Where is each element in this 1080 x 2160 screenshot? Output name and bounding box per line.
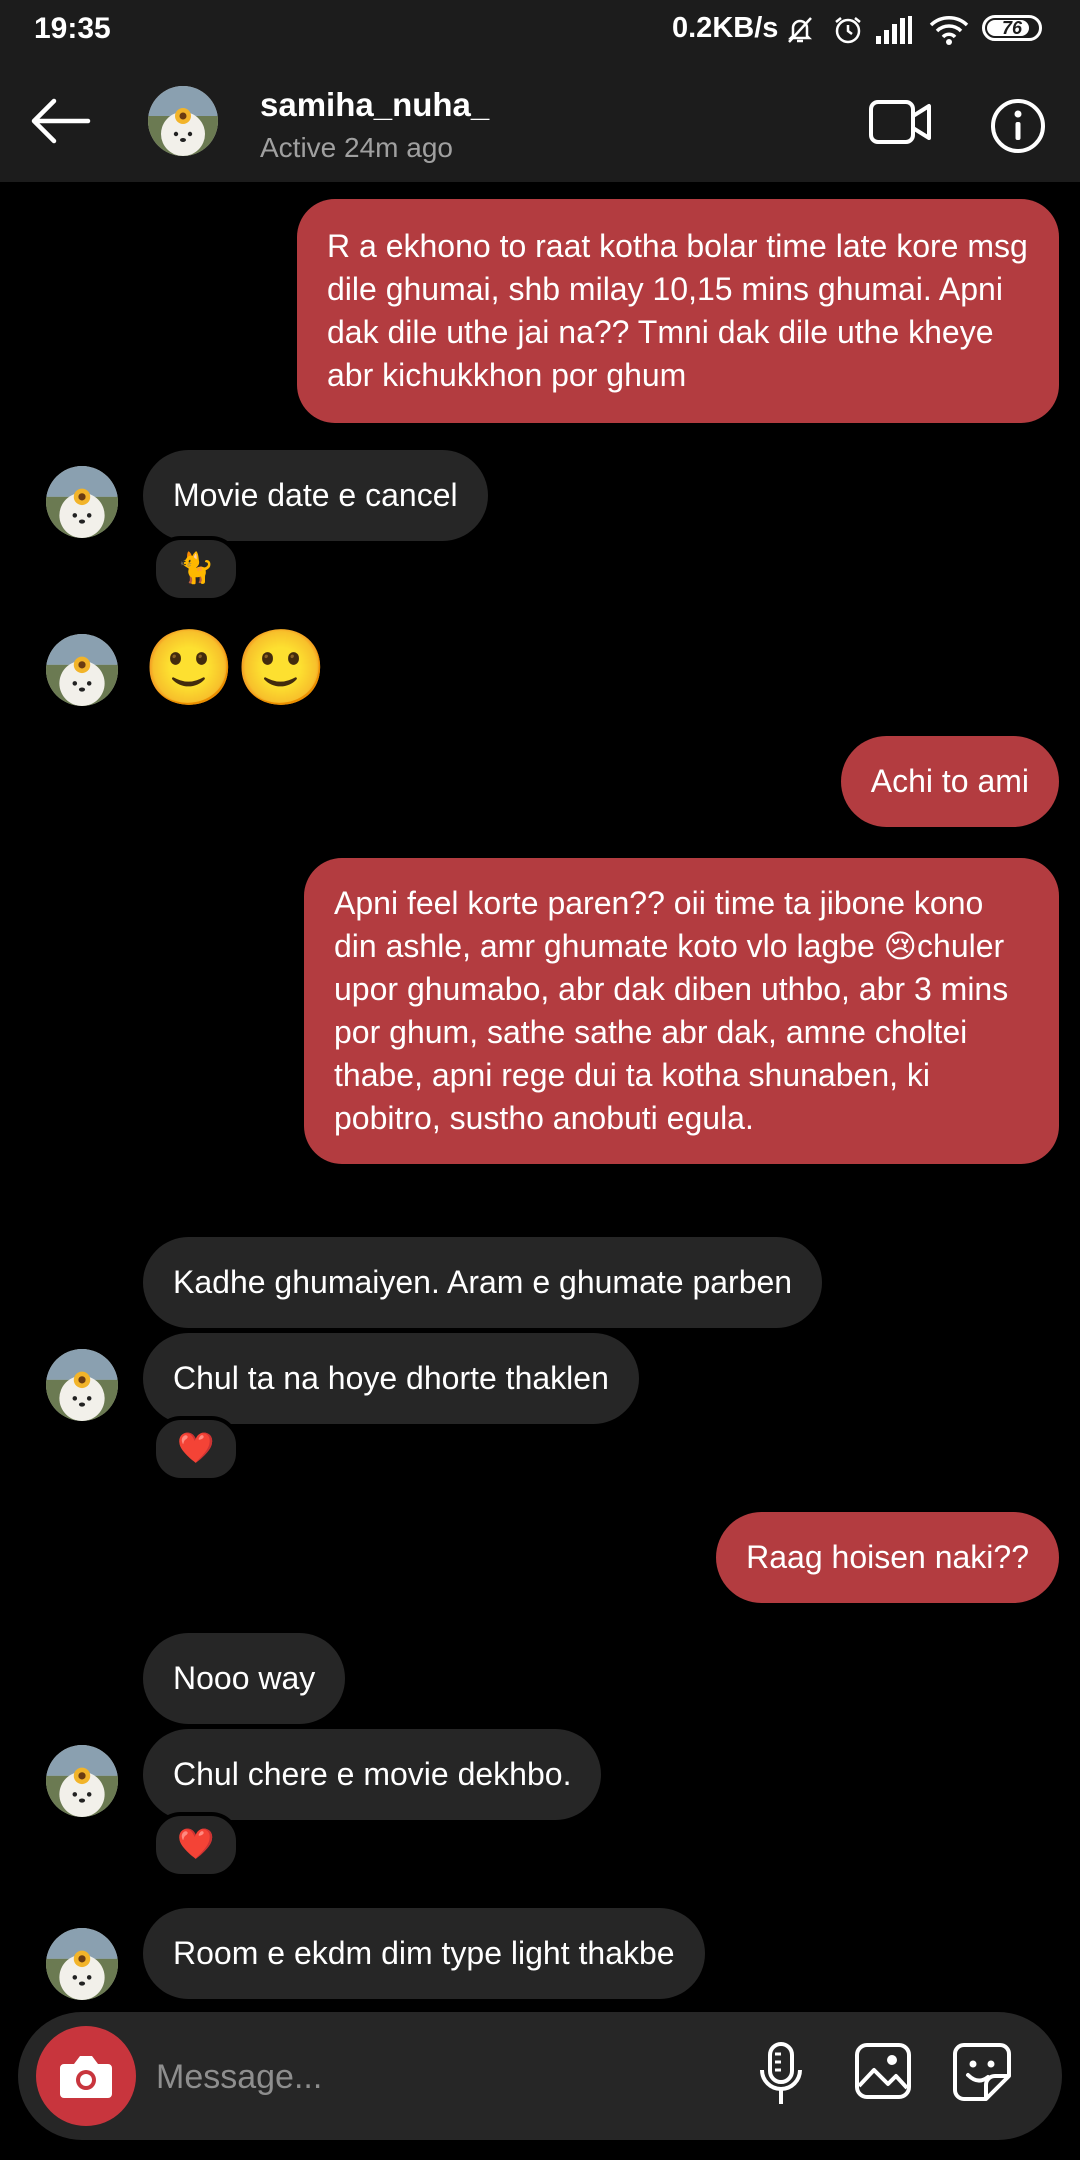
sender-avatar[interactable]	[46, 1349, 118, 1421]
status-bar: 19:35 0.2KB/s 76	[0, 0, 1080, 60]
message-reaction[interactable]: 🐈	[152, 536, 240, 602]
sent-message-bubble[interactable]: Apni feel korte paren?? oii time ta jibo…	[304, 858, 1059, 1164]
sent-message-bubble[interactable]: Raag hoisen naki??	[716, 1512, 1059, 1603]
dog-avatar-image	[46, 1928, 118, 2000]
battery-level: 76	[1001, 18, 1023, 38]
dog-avatar-image	[148, 86, 218, 156]
dog-avatar-image	[46, 634, 118, 706]
dog-avatar-image	[46, 466, 118, 538]
message-input[interactable]	[154, 2048, 718, 2106]
dog-avatar-image	[46, 1349, 118, 1421]
emoji-message[interactable]: 🙂🙂	[143, 628, 327, 708]
profile-avatar[interactable]	[148, 86, 218, 156]
sender-avatar[interactable]	[46, 634, 118, 706]
back-arrow-icon[interactable]	[28, 96, 92, 146]
received-message-bubble[interactable]: Kadhe ghumaiyen. Aram e ghumate parben	[143, 1237, 823, 1328]
camera-button[interactable]	[36, 2026, 136, 2126]
microphone-icon[interactable]	[758, 2040, 804, 2110]
received-message-bubble[interactable]: Nooo way	[143, 1633, 346, 1724]
received-message-bubble[interactable]: Chul ta na hoye dhorte thaklen	[143, 1333, 639, 1424]
activity-status: Active 24m ago	[260, 132, 453, 163]
sender-avatar[interactable]	[46, 1928, 118, 2000]
alarm-icon	[835, 17, 861, 44]
received-message-bubble[interactable]: Movie date e cancel	[143, 450, 488, 541]
sender-avatar[interactable]	[46, 466, 118, 538]
sent-message-bubble[interactable]: R a ekhono to raat kotha bolar time late…	[297, 199, 1059, 423]
wifi-icon	[929, 16, 969, 45]
info-icon[interactable]	[990, 98, 1046, 154]
chat-username[interactable]: samiha_nuha_	[260, 86, 489, 124]
message-reaction[interactable]: ❤️	[152, 1416, 240, 1482]
status-time: 19:35	[34, 12, 111, 45]
message-composer	[18, 2012, 1062, 2140]
sender-avatar[interactable]	[46, 1745, 118, 1817]
signal-icon	[876, 16, 912, 44]
sticker-icon[interactable]	[952, 2042, 1012, 2102]
sent-message-bubble[interactable]: Achi to ami	[840, 736, 1059, 827]
received-message-bubble[interactable]: Room e ekdm dim type light thakbe	[143, 1908, 705, 1999]
chat-header: samiha_nuha_ Active 24m ago	[0, 60, 1080, 182]
camera-icon	[60, 2056, 112, 2098]
message-reaction[interactable]: ❤️	[152, 1812, 240, 1878]
dog-avatar-image	[46, 1745, 118, 1817]
battery-indicator: 76	[982, 15, 1042, 41]
video-call-icon[interactable]	[868, 98, 932, 146]
gallery-icon[interactable]	[854, 2042, 912, 2100]
received-message-bubble[interactable]: Chul chere e movie dekhbo.	[143, 1729, 602, 1820]
network-speed: 0.2KB/s	[672, 12, 779, 44]
mute-notification-icon	[787, 17, 813, 43]
